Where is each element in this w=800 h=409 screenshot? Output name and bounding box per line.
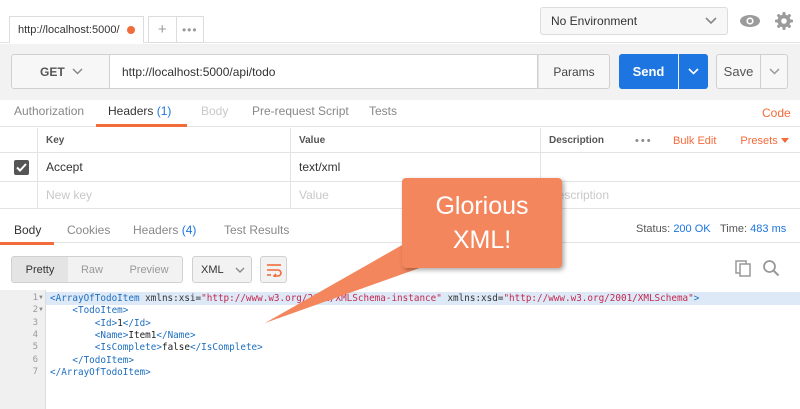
- response-tab-body[interactable]: Body: [14, 223, 41, 237]
- active-tab-indicator: [0, 242, 54, 245]
- line-number: 1: [32, 293, 38, 303]
- chevron-down-icon: [768, 68, 780, 75]
- column-key: Key: [37, 128, 290, 152]
- table-row-new: New key Value Description: [0, 182, 800, 209]
- raw-button[interactable]: Raw: [68, 257, 116, 282]
- time-label: Time:: [720, 223, 748, 235]
- active-tab-indicator: [96, 124, 187, 127]
- annotation-callout: Glorious XML!: [402, 178, 562, 268]
- request-tabs: Authorization Headers (1) Body Pre-reque…: [0, 100, 800, 127]
- line-number: 6: [32, 354, 38, 365]
- headers-count: (1): [156, 104, 172, 118]
- chevron-down-icon: [688, 68, 699, 75]
- tab-tests[interactable]: Tests: [369, 104, 397, 118]
- more-options-button[interactable]: •••: [635, 135, 665, 147]
- wrap-lines-icon[interactable]: [260, 256, 287, 283]
- gear-icon[interactable]: [770, 7, 798, 35]
- code-line: <Name>Item1</Name>: [94, 329, 196, 341]
- params-button[interactable]: Params: [538, 54, 610, 89]
- pretty-button[interactable]: Pretty: [12, 257, 68, 282]
- send-button[interactable]: Send: [619, 54, 678, 89]
- line-number: 5: [32, 342, 38, 353]
- code-line: <Id>1</Id>: [94, 317, 151, 329]
- callout-line-1: Glorious: [435, 192, 529, 220]
- presets-dropdown[interactable]: Presets: [740, 134, 789, 147]
- code-line: <TodoItem>: [72, 305, 129, 317]
- line-number: 7: [32, 366, 38, 377]
- table-actions: ••• Bulk Edit Presets: [630, 128, 789, 153]
- method-select[interactable]: GET: [11, 54, 110, 89]
- status-value: 200 OK: [673, 223, 711, 235]
- code-line: </ArrayOfTodoItem>: [50, 366, 151, 378]
- chevron-down-icon: [235, 267, 245, 273]
- code-link[interactable]: Code: [762, 106, 791, 120]
- tab-headers[interactable]: Headers (1): [108, 104, 171, 118]
- time-value: 483 ms: [750, 223, 787, 235]
- header-key-cell[interactable]: Accept: [37, 153, 290, 181]
- send-options-button[interactable]: [679, 54, 708, 89]
- header-value-cell[interactable]: text/xml: [290, 153, 540, 181]
- response-tab-test-results[interactable]: Test Results: [224, 223, 289, 237]
- response-tab-headers-label: Headers: [133, 223, 179, 237]
- request-tab[interactable]: http://localhost:5000/: [9, 16, 144, 44]
- request-tab-title: http://localhost:5000/: [18, 23, 120, 36]
- column-description: Description: [540, 128, 630, 152]
- chevron-down-icon: [72, 68, 83, 75]
- request-bar: GET http://localhost:5000/api/todo Param…: [0, 44, 800, 100]
- code-line: <ArrayOfTodoItem xmlns:xsi="http://www.w…: [50, 293, 700, 304]
- save-options-button[interactable]: [761, 54, 788, 89]
- response-tab-headers[interactable]: Headers (4): [133, 223, 196, 237]
- caret-down-icon: [780, 137, 789, 143]
- tab-headers-label: Headers: [108, 104, 154, 118]
- new-tab-button[interactable]: +: [149, 17, 176, 42]
- format-label: XML: [201, 263, 224, 276]
- line-number: 2: [32, 305, 38, 316]
- unsaved-dot-icon: [127, 25, 135, 34]
- new-key-input[interactable]: New key: [37, 182, 290, 208]
- environment-label: No Environment: [551, 14, 638, 28]
- status-label: Status:: [636, 223, 671, 235]
- tab-menu-button[interactable]: •••: [175, 17, 204, 42]
- tab-body[interactable]: Body: [201, 104, 228, 118]
- url-input[interactable]: http://localhost:5000/api/todo: [110, 54, 538, 89]
- table-header-row: Key Value Description ••• Bulk Edit Pres…: [0, 128, 800, 153]
- response-headers-count: (4): [181, 223, 197, 237]
- response-body-editor[interactable]: 1 ▼ 2 ▼ 3 4 5 6 7 <ArrayOfTodoItem xmlns:xsi="ht…: [0, 290, 800, 409]
- chevron-down-icon: [705, 17, 717, 25]
- column-value: Value: [290, 128, 540, 152]
- save-button[interactable]: Save: [716, 54, 761, 89]
- bulk-edit-link[interactable]: Bulk Edit: [673, 135, 716, 147]
- line-number-gutter: 1 ▼ 2 ▼ 3 4 5 6 7: [0, 290, 46, 409]
- code-line: <IsComplete>false</IsComplete>: [94, 342, 263, 354]
- format-select[interactable]: XML: [192, 256, 252, 283]
- preview-button[interactable]: Preview: [116, 257, 182, 282]
- method-label: GET: [40, 64, 65, 79]
- header-description-cell[interactable]: [540, 153, 630, 181]
- line-number: 3: [32, 317, 38, 328]
- response-tab-cookies[interactable]: Cookies: [67, 223, 110, 237]
- top-bar: http://localhost:5000/ + ••• No Environm…: [0, 0, 800, 44]
- check-icon[interactable]: [14, 160, 29, 175]
- tab-prerequest-script[interactable]: Pre-request Script: [252, 104, 349, 118]
- environment-select[interactable]: No Environment: [540, 7, 728, 35]
- copy-icon[interactable]: [735, 260, 751, 280]
- tab-actions: + •••: [148, 16, 204, 43]
- search-icon[interactable]: [762, 259, 780, 280]
- status-readout: Status: 200 OK: [636, 223, 711, 235]
- headers-table: Key Value Description ••• Bulk Edit Pres…: [0, 128, 800, 209]
- fold-toggle-icon[interactable]: ▼: [38, 295, 44, 301]
- tab-authorization[interactable]: Authorization: [14, 104, 84, 118]
- presets-label: Presets: [740, 134, 778, 147]
- fold-toggle-icon[interactable]: ▼: [38, 307, 44, 313]
- callout-line-2: XML!: [452, 226, 512, 254]
- time-readout: Time: 483 ms: [720, 223, 786, 235]
- eye-icon[interactable]: [736, 7, 764, 35]
- line-number: 4: [32, 329, 38, 340]
- code-line: </TodoItem>: [72, 354, 134, 366]
- view-mode-group: Pretty Raw Preview: [11, 256, 183, 283]
- table-row: Accept text/xml: [0, 153, 800, 182]
